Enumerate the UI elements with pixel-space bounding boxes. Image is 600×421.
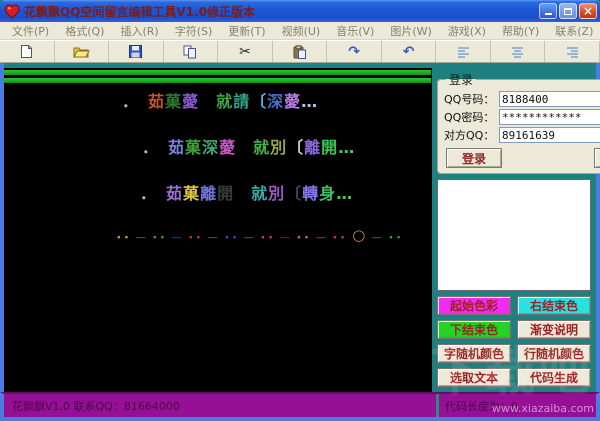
save-button[interactable] [109, 41, 164, 62]
maximize-icon [564, 7, 572, 15]
title-bar: 花飘飘QQ空间留言编辑工具V1.0修正版本 × [0, 0, 600, 22]
editor-line-3: ． 茹菓離開 就別〔轉身… [140, 184, 354, 203]
maximize-button[interactable] [559, 3, 577, 19]
login-group: 登录 QQ号码： QQ密码： 对方QQ： 登录 留言 [437, 71, 600, 174]
minimize-button[interactable] [539, 3, 557, 19]
redo-button[interactable]: ↷ [327, 41, 382, 62]
qq-password-row: QQ密码： [444, 109, 600, 125]
cut-button[interactable]: ✂ [218, 41, 273, 62]
app-heart-icon [4, 3, 20, 19]
undo-icon: ↶ [402, 43, 415, 60]
save-icon [129, 45, 143, 58]
target-qq-input[interactable] [499, 127, 600, 143]
down-end-color-button[interactable]: 下结束色 [437, 320, 511, 339]
menu-item-update[interactable]: 更新(T) [220, 23, 273, 39]
qq-password-label: QQ密码： [444, 111, 495, 124]
green-divider-bottom [4, 78, 431, 83]
close-button[interactable]: × [579, 3, 597, 19]
qq-number-label: QQ号码： [444, 93, 495, 106]
menu-bar: 文件(P) 格式(Q) 插入(R) 字符(S) 更新(T) 视频(U) 音乐(V) 图片(W)… [0, 22, 600, 40]
select-text-button[interactable]: 选取文本 [437, 368, 511, 387]
status-left-text: 花飘飘V1.0 联系QQ：81664000 [12, 399, 180, 413]
menu-item-char[interactable]: 字符(S) [167, 23, 221, 39]
window-bottom-border [0, 417, 600, 421]
minimize-icon [544, 7, 552, 15]
editor-line-4: ∙∙ ― ∙∙ ― ∙∙ ― ∙∙ ― ∙∙ ― ∙∙ ― ∙∙ ○ ― ∙∙ [116, 226, 404, 244]
client-area: ． 茹菓薆 就請〔深薆… ． 茹菓深薆 就別〔離開… ． 茹菓離開 就別〔轉身… ∙∙… [0, 63, 600, 392]
qq-password-input[interactable] [499, 109, 600, 125]
undo-button[interactable]: ↶ [382, 41, 437, 62]
align-center-button[interactable] [491, 41, 546, 62]
menu-item-music[interactable]: 音乐(V) [328, 23, 382, 39]
message-list-box[interactable] [437, 179, 591, 291]
menu-item-file[interactable]: 文件(P) [4, 23, 57, 39]
app-window: 花飘飘QQ空间留言编辑工具V1.0修正版本 × 文件(P) 格式(Q) 插入(R) 字… [0, 0, 600, 421]
align-left-button[interactable] [436, 41, 491, 62]
open-folder-icon [72, 45, 90, 58]
cut-icon: ✂ [239, 43, 251, 60]
new-document-button[interactable] [0, 41, 55, 62]
generate-code-button[interactable]: 代码生成 [517, 368, 591, 387]
menu-item-image[interactable]: 图片(W) [382, 23, 439, 39]
green-divider-top [4, 70, 431, 75]
menu-item-game[interactable]: 游戏(X) [440, 23, 494, 39]
copy-button[interactable] [164, 41, 219, 62]
align-center-icon [511, 46, 524, 58]
right-panel: 登录 QQ号码： QQ密码： 对方QQ： 登录 留言 [432, 68, 600, 392]
target-qq-label: 对方QQ： [444, 129, 495, 142]
toolbar: ✂ ↷ ↶ [0, 40, 600, 63]
editor-line-1: ． 茹菓薆 就請〔深薆… [122, 92, 319, 111]
login-button-row: 登录 留言 [444, 148, 600, 168]
menu-item-format[interactable]: 格式(Q) [57, 23, 112, 39]
copy-icon [183, 45, 197, 59]
qq-number-input[interactable] [499, 91, 600, 107]
color-button-grid: 起始色彩 右结束色 下结束色 渐变说明 字随机颜色 行随机颜色 选取文本 代码生成 [437, 296, 591, 388]
line-random-color-button[interactable]: 行随机颜色 [517, 344, 591, 363]
align-right-icon [566, 46, 579, 58]
login-group-title: 登录 [449, 73, 474, 87]
paste-icon [293, 44, 306, 59]
qq-number-row: QQ号码： [444, 91, 600, 107]
redo-icon: ↷ [348, 43, 360, 60]
window-controls: × [539, 3, 597, 19]
target-qq-row: 对方QQ： [444, 127, 600, 143]
menu-item-help[interactable]: 帮助(Y) [494, 23, 547, 39]
align-right-button[interactable] [545, 41, 600, 62]
open-folder-button[interactable] [55, 41, 110, 62]
right-end-color-button[interactable]: 右结束色 [517, 296, 591, 315]
menu-item-video[interactable]: 视频(U) [274, 23, 329, 39]
window-title: 花飘飘QQ空间留言编辑工具V1.0修正版本 [24, 4, 255, 19]
status-code-length: 代码长度为：0 [436, 394, 596, 417]
paste-button[interactable] [273, 41, 328, 62]
menu-item-insert[interactable]: 插入(R) [112, 23, 166, 39]
editor-area[interactable]: ． 茹菓薆 就請〔深薆… ． 茹菓深薆 就別〔離開… ． 茹菓離開 就別〔轉身… ∙∙… [4, 68, 432, 392]
char-random-color-button[interactable]: 字随机颜色 [437, 344, 511, 363]
start-color-button[interactable]: 起始色彩 [437, 296, 511, 315]
editor-line-2: ． 茹菓深薆 就別〔離開… [142, 138, 356, 157]
new-document-icon [20, 44, 33, 59]
status-bar: 花飘飘V1.0 联系QQ：81664000 代码长度为：0 [0, 392, 600, 417]
align-left-icon [457, 46, 470, 58]
menu-item-contact[interactable]: 联系(Z) [547, 23, 600, 39]
gradient-help-button[interactable]: 渐变说明 [517, 320, 591, 339]
message-button[interactable]: 留言 [594, 148, 600, 168]
login-button[interactable]: 登录 [446, 148, 502, 168]
